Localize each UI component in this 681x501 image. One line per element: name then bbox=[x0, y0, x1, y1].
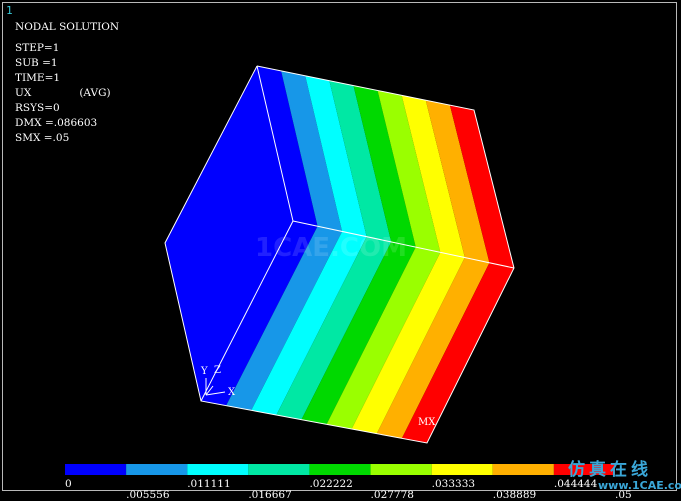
legend-swatch-2 bbox=[126, 464, 188, 475]
legend-swatch-4 bbox=[248, 464, 310, 475]
legend-swatch-7 bbox=[431, 464, 493, 475]
max-marker: MX bbox=[418, 417, 436, 428]
legend-label-top-3: .022222 bbox=[309, 478, 353, 490]
graphics-viewport[interactable]: 1 NODAL SOLUTION STEP=1 SUB =1 TIME=1 UX… bbox=[0, 0, 681, 501]
site-logo-url: www.1CAE.com bbox=[598, 479, 681, 492]
legend-swatch-1 bbox=[65, 464, 127, 475]
triad-x-label: X bbox=[228, 387, 236, 398]
watermark-text: 1CAE.COM bbox=[255, 233, 407, 263]
legend-label-bottom-1: .005556 bbox=[126, 489, 170, 501]
legend-label-bottom-3: .027778 bbox=[370, 489, 414, 501]
legend-label-top-4: .033333 bbox=[431, 478, 476, 490]
legend-label-bottom-4: .038889 bbox=[492, 489, 537, 501]
legend-swatch-5 bbox=[309, 464, 371, 475]
legend-label-top-1: 0 bbox=[65, 478, 72, 490]
contour-legend-bar bbox=[65, 464, 615, 475]
site-logo: 仿真在线 bbox=[568, 460, 652, 480]
legend-label-top-2: .011111 bbox=[187, 478, 231, 490]
legend-swatch-8 bbox=[492, 464, 554, 475]
triad-y-label: Y bbox=[201, 366, 208, 377]
legend-swatch-6 bbox=[370, 464, 432, 475]
legend-label-bottom-2: .016667 bbox=[248, 489, 292, 501]
legend-swatch-3 bbox=[187, 464, 249, 475]
triad-z-label: Z bbox=[214, 365, 221, 376]
